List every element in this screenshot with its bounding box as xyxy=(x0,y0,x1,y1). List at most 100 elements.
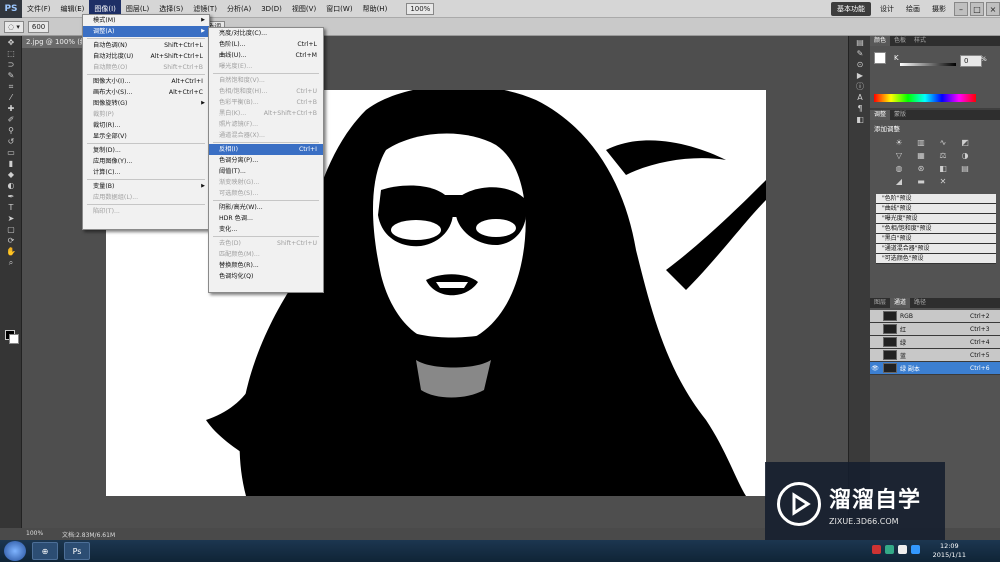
quick-select-tool-icon[interactable]: ✎ xyxy=(4,71,18,80)
panel-tab[interactable]: 样式 xyxy=(910,36,930,46)
preset-item[interactable]: "黑白"预设 xyxy=(876,234,996,244)
menu-entry[interactable]: 模式(M) xyxy=(83,15,209,26)
3d-rotate-icon[interactable]: ⟳ xyxy=(4,236,18,245)
clone-source-icon[interactable]: ⊙ xyxy=(853,60,867,69)
photoshop-taskbar-icon[interactable]: Ps xyxy=(64,542,90,560)
tool-preset-picker[interactable]: ◌ ▾ xyxy=(4,20,24,33)
menu-item[interactable]: 帮助(H) xyxy=(358,0,393,18)
menu-item[interactable]: 窗口(W) xyxy=(321,0,357,18)
color-spectrum-bar[interactable] xyxy=(874,94,976,102)
menu-item[interactable]: 视图(V) xyxy=(287,0,321,18)
menu-entry[interactable]: 图像旋转(G) xyxy=(83,98,209,109)
minimize-icon[interactable]: – xyxy=(954,2,968,16)
panel-tab[interactable]: 蒙版 xyxy=(890,110,910,120)
path-select-icon[interactable]: ➤ xyxy=(4,214,18,223)
channel-row[interactable]: 绿 Ctrl+4 xyxy=(870,336,1000,349)
vibrance-icon[interactable]: ▽ xyxy=(892,151,906,160)
marquee-tool-icon[interactable]: ⬚ xyxy=(4,49,18,58)
hand-tool-icon[interactable]: ✋ xyxy=(4,247,18,256)
pen-tool-icon[interactable]: ✒ xyxy=(4,192,18,201)
browser-taskbar-icon[interactable]: ⊕ xyxy=(32,542,58,560)
menu-entry[interactable]: 计算(C)... xyxy=(83,167,209,178)
info-panel-icon[interactable]: ⓘ xyxy=(853,82,867,91)
black-white-icon[interactable]: ◑ xyxy=(958,151,972,160)
menu-item[interactable]: 分析(A) xyxy=(222,0,256,18)
character-panel-icon[interactable]: A xyxy=(853,93,867,102)
curves-icon[interactable]: ∿ xyxy=(936,138,950,147)
eraser-tool-icon[interactable]: ▭ xyxy=(4,148,18,157)
zoom-tool-icon[interactable]: ⌕ xyxy=(4,258,18,267)
taskbar-clock[interactable]: 12:09 2015/1/11 xyxy=(933,542,966,560)
zoom-select[interactable]: 100% xyxy=(406,2,435,15)
menu-entry[interactable]: 曲线(U)... Ctrl+M xyxy=(209,50,323,61)
selective-color-icon[interactable]: ✕ xyxy=(936,177,950,186)
brush-size-field[interactable]: 600 xyxy=(27,20,50,33)
crop-tool-icon[interactable]: ⌗ xyxy=(4,82,18,91)
workspace-button[interactable]: 绘画 xyxy=(900,0,926,18)
hue-saturation-icon[interactable]: ▦ xyxy=(914,151,928,160)
clone-stamp-icon[interactable]: ⚲ xyxy=(4,126,18,135)
color-fg-swatch[interactable] xyxy=(874,52,886,64)
posterize-icon[interactable]: ▤ xyxy=(958,164,972,173)
gradient-tool-icon[interactable]: ▮ xyxy=(4,159,18,168)
menu-entry[interactable]: 调整(A) xyxy=(83,26,209,37)
channel-mixer-icon[interactable]: ⊛ xyxy=(914,164,928,173)
photo-filter-icon[interactable]: ◍ xyxy=(892,164,906,173)
menu-entry[interactable]: 显示全部(V) xyxy=(83,131,209,142)
menu-entry[interactable]: 替换颜色(R)... xyxy=(209,260,323,271)
brightness-contrast-icon[interactable]: ☀ xyxy=(892,138,906,147)
tray-network-icon[interactable] xyxy=(885,545,894,554)
k-slider[interactable] xyxy=(900,63,956,66)
brush-panel-icon[interactable]: ✎ xyxy=(853,49,867,58)
menu-item[interactable]: 3D(D) xyxy=(256,0,287,18)
channel-row[interactable]: RGB Ctrl+2 xyxy=(870,310,1000,323)
menu-entry[interactable]: 复制(D)... xyxy=(83,145,209,156)
channel-row[interactable]: 蓝 Ctrl+5 xyxy=(870,349,1000,362)
channel-row[interactable]: 红 Ctrl+3 xyxy=(870,323,1000,336)
start-button[interactable] xyxy=(4,541,26,561)
workspace-button[interactable]: 基本功能 xyxy=(831,2,871,16)
menu-entry[interactable]: 阴影/高光(W)... xyxy=(209,202,323,213)
panel-tab[interactable]: 图层 xyxy=(870,298,890,308)
menu-entry[interactable]: 变量(B) xyxy=(83,181,209,192)
exposure-icon[interactable]: ◩ xyxy=(958,138,972,147)
tray-ime-icon[interactable] xyxy=(911,545,920,554)
menu-entry[interactable]: 图像大小(I)... Alt+Ctrl+I xyxy=(83,76,209,87)
lasso-tool-icon[interactable]: ⊃ xyxy=(4,60,18,69)
paragraph-panel-icon[interactable]: ¶ xyxy=(853,104,867,113)
menu-entry[interactable]: 变化... xyxy=(209,224,323,235)
dodge-tool-icon[interactable]: ◐ xyxy=(4,181,18,190)
navigator-panel-icon[interactable]: ◧ xyxy=(853,115,867,124)
k-value-field[interactable]: 0 xyxy=(960,55,982,67)
color-balance-icon[interactable]: ⚖ xyxy=(936,151,950,160)
invert-icon[interactable]: ◧ xyxy=(936,164,950,173)
healing-brush-icon[interactable]: ✚ xyxy=(4,104,18,113)
panel-tab[interactable]: 色板 xyxy=(890,36,910,46)
actions-panel-icon[interactable]: ▶ xyxy=(853,71,867,80)
menu-entry[interactable]: 亮度/对比度(C)... xyxy=(209,28,323,39)
menu-entry[interactable]: 阈值(T)... xyxy=(209,166,323,177)
panel-tab[interactable]: 路径 xyxy=(910,298,930,308)
preset-item[interactable]: "可选颜色"预设 xyxy=(876,254,996,264)
visibility-eye-icon[interactable]: 👁 xyxy=(870,365,880,372)
menu-entry[interactable]: 反相(I) Ctrl+I xyxy=(209,144,323,155)
history-panel-icon[interactable]: ▤ xyxy=(853,38,867,47)
preset-item[interactable]: "通道混合器"预设 xyxy=(876,244,996,254)
preset-item[interactable]: "曝光度"预设 xyxy=(876,214,996,224)
tray-app-icon[interactable] xyxy=(872,545,881,554)
menu-entry[interactable]: 色阶(L)... Ctrl+L xyxy=(209,39,323,50)
menu-entry[interactable]: HDR 色调... xyxy=(209,213,323,224)
menu-entry[interactable]: 画布大小(S)... Alt+Ctrl+C xyxy=(83,87,209,98)
preset-item[interactable]: "曲线"预设 xyxy=(876,204,996,214)
workspace-button[interactable]: 摄影 xyxy=(926,0,952,18)
workspace-button[interactable]: 设计 xyxy=(874,0,900,18)
levels-icon[interactable]: ▥ xyxy=(914,138,928,147)
menu-item[interactable]: 文件(F) xyxy=(22,0,56,18)
channel-row[interactable]: 👁 绿 副本 Ctrl+6 xyxy=(870,362,1000,375)
background-color-swatch[interactable] xyxy=(9,334,19,344)
history-brush-icon[interactable]: ↺ xyxy=(4,137,18,146)
move-tool-icon[interactable]: ✥ xyxy=(4,38,18,47)
menu-entry[interactable]: 应用图像(Y)... xyxy=(83,156,209,167)
panel-tab[interactable]: 通道 xyxy=(890,298,911,308)
menu-entry[interactable]: 自动对比度(U) Alt+Shift+Ctrl+L xyxy=(83,51,209,62)
